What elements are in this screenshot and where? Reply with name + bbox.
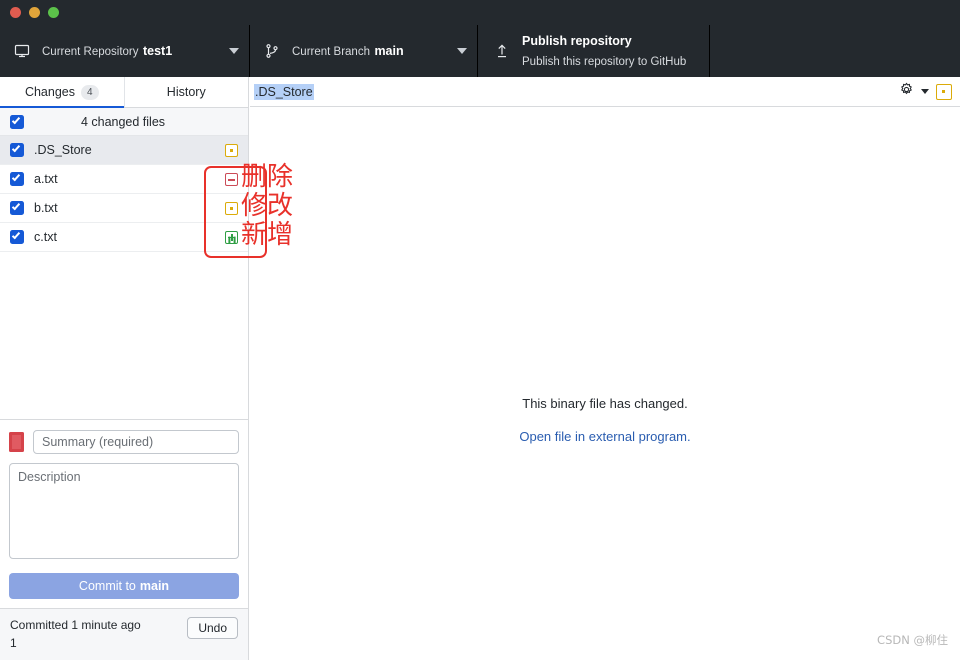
title-bar (0, 0, 960, 25)
current-repository-value: test1 (142, 44, 173, 58)
github-desktop-window: Current Repository test1 Current Branch … (0, 0, 960, 660)
maximize-button[interactable] (48, 7, 59, 18)
file-checkbox[interactable] (10, 230, 24, 244)
desktop-icon (12, 43, 32, 59)
modified-status-icon (225, 143, 238, 157)
file-name: c.txt (34, 230, 57, 244)
publish-repository-subtitle: Publish this repository to GitHub (522, 56, 687, 68)
current-branch-text: Current Branch main (292, 41, 451, 61)
current-repository-label: Current Repository (42, 46, 139, 58)
minimize-button[interactable] (29, 7, 40, 18)
toolbar-empty-area (710, 25, 960, 77)
commit-status-line: Committed 1 minute ago (10, 618, 141, 633)
app-toolbar: Current Repository test1 Current Branch … (0, 25, 960, 77)
file-row-c-txt[interactable]: c.txt (0, 223, 248, 252)
commit-button-prefix: Commit to (78, 579, 136, 594)
chevron-down-icon (229, 48, 239, 54)
diff-panel: .DS_Store This binary file has changed. … (250, 77, 960, 660)
publish-repository-title: Publish repository (522, 34, 632, 48)
tab-changes[interactable]: Changes 4 (0, 77, 125, 108)
commit-footer: Committed 1 minute ago 1 Undo (0, 608, 248, 660)
changed-files-list: .DS_Store a.txt b.txt c.txt (0, 136, 248, 420)
changed-files-count: 4 changed files (80, 114, 166, 129)
file-row-ds-store[interactable]: .DS_Store (0, 136, 248, 165)
file-name: a.txt (34, 172, 58, 186)
tab-changes-badge: 4 (80, 84, 99, 100)
close-button[interactable] (10, 7, 21, 18)
chevron-down-icon[interactable] (921, 89, 929, 94)
current-branch-label: Current Branch (292, 46, 370, 58)
diff-header: .DS_Store (250, 77, 960, 107)
commit-summary-input[interactable] (33, 430, 239, 455)
file-row-b-txt[interactable]: b.txt (0, 194, 248, 223)
deleted-status-icon (225, 172, 238, 186)
commit-button-branch: main (139, 579, 170, 594)
file-name: .DS_Store (34, 143, 92, 157)
gear-icon[interactable] (899, 82, 914, 102)
diff-file-path[interactable]: .DS_Store (254, 83, 314, 100)
publish-repository-text: Publish repository Publish this reposito… (522, 31, 699, 71)
commit-summary-row (9, 430, 239, 455)
file-checkbox[interactable] (10, 201, 24, 215)
tab-history[interactable]: History (125, 77, 249, 107)
commit-status-detail: 1 (10, 635, 17, 650)
file-checkbox[interactable] (10, 143, 24, 157)
current-repository-button[interactable]: Current Repository test1 (0, 25, 250, 77)
upload-icon (492, 43, 512, 59)
modified-status-icon (225, 201, 238, 215)
avatar (9, 432, 24, 453)
added-status-icon (225, 230, 238, 244)
commit-panel: Commit to main (0, 419, 248, 609)
chevron-down-icon (457, 48, 467, 54)
current-branch-value: main (374, 44, 404, 58)
modified-status-icon[interactable] (936, 83, 952, 100)
file-name: b.txt (34, 201, 58, 215)
file-row-a-txt[interactable]: a.txt (0, 165, 248, 194)
undo-button[interactable]: Undo (187, 617, 238, 640)
changed-files-header: 4 changed files (0, 108, 248, 136)
commit-button[interactable]: Commit to main (9, 573, 239, 600)
select-all-checkbox[interactable] (10, 114, 24, 129)
diff-header-actions (899, 82, 952, 102)
publish-repository-button[interactable]: Publish repository Publish this reposito… (478, 25, 710, 77)
traffic-lights (10, 7, 59, 18)
commit-description-input[interactable] (9, 463, 239, 560)
binary-file-message: This binary file has changed. (522, 396, 688, 411)
tab-changes-label: Changes (24, 85, 75, 99)
sidebar-tabs: Changes 4 History (0, 77, 248, 108)
file-checkbox[interactable] (10, 172, 24, 186)
current-repository-text: Current Repository test1 (42, 41, 223, 61)
sidebar: Changes 4 History 4 changed files .DS_St… (0, 77, 249, 660)
open-external-link[interactable]: Open file in external program. (250, 429, 960, 444)
git-branch-icon (262, 43, 282, 59)
diff-content: This binary file has changed. Open file … (250, 107, 960, 660)
tab-history-label: History (166, 85, 206, 99)
current-branch-button[interactable]: Current Branch main (250, 25, 478, 77)
commit-status-text: Committed 1 minute ago 1 (10, 617, 187, 652)
